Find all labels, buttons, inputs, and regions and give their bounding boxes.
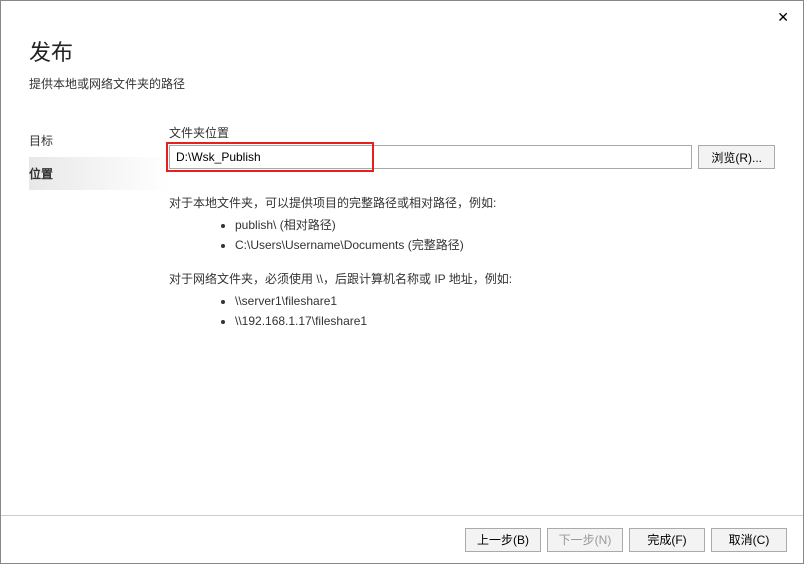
sidebar-item-location[interactable]: 位置 <box>29 157 169 190</box>
finish-button[interactable]: 完成(F) <box>629 528 705 552</box>
next-button: 下一步(N) <box>547 528 623 552</box>
cancel-button[interactable]: 取消(C) <box>711 528 787 552</box>
dialog-title: 发布 <box>29 35 775 67</box>
dialog-subtitle: 提供本地或网络文件夹的路径 <box>29 75 775 92</box>
dialog-header: 发布 提供本地或网络文件夹的路径 <box>1 1 803 102</box>
help-network-intro: 对于网络文件夹，必须使用 \\，后跟计算机名称或 IP 地址，例如: <box>169 269 775 291</box>
browse-button[interactable]: 浏览(R)... <box>698 145 775 169</box>
sidebar-item-target[interactable]: 目标 <box>29 124 169 157</box>
folder-location-label: 文件夹位置 <box>169 124 775 141</box>
help-example: \\server1\fileshare1 <box>235 291 775 311</box>
help-example: publish\ (相对路径) <box>235 215 775 235</box>
close-button[interactable]: ✕ <box>777 9 789 26</box>
sidebar-item-label: 目标 <box>29 134 53 148</box>
folder-location-input[interactable] <box>169 145 692 169</box>
prev-button[interactable]: 上一步(B) <box>465 528 541 552</box>
dialog-footer: 上一步(B) 下一步(N) 完成(F) 取消(C) <box>1 515 803 563</box>
help-local-intro: 对于本地文件夹，可以提供项目的完整路径或相对路径，例如: <box>169 193 775 215</box>
sidebar-item-label: 位置 <box>29 167 53 181</box>
main-panel: 文件夹位置 浏览(R)... 对于本地文件夹，可以提供项目的完整路径或相对路径，… <box>169 124 803 346</box>
help-text: 对于本地文件夹，可以提供项目的完整路径或相对路径，例如: publish\ (相… <box>169 193 775 332</box>
help-example: C:\Users\Username\Documents (完整路径) <box>235 235 775 255</box>
help-example: \\192.168.1.17\fileshare1 <box>235 311 775 331</box>
wizard-sidebar: 目标 位置 <box>29 124 169 346</box>
